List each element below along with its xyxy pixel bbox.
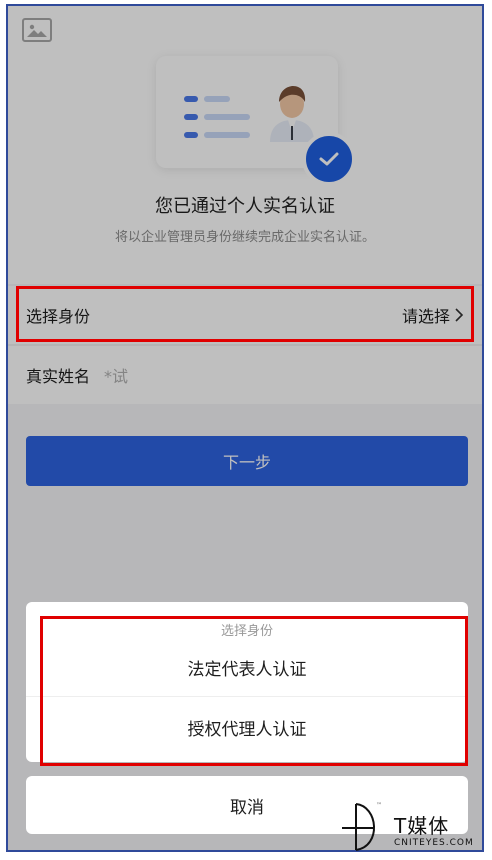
divider <box>26 696 468 697</box>
action-sheet-title: 选择身份 <box>220 624 273 639</box>
watermark-tm: ™ <box>376 802 382 809</box>
phone-frame: 您已通过个人实名认证 将以企业管理员身份继续完成企业实名认证。 选择身份 请选择… <box>6 4 484 852</box>
option-authorized-agent[interactable]: 授权代理人认证 <box>26 698 468 756</box>
watermark: ™ T媒体 CNITEYES.COM <box>340 800 490 856</box>
option-legal-representative[interactable]: 法定代表人认证 <box>26 638 468 696</box>
watermark-brand: T媒体 <box>394 814 450 838</box>
watermark-site: CNITEYES.COM <box>394 838 474 848</box>
identity-action-sheet: 选择身份 法定代表人认证 授权代理人认证 <box>26 602 468 762</box>
